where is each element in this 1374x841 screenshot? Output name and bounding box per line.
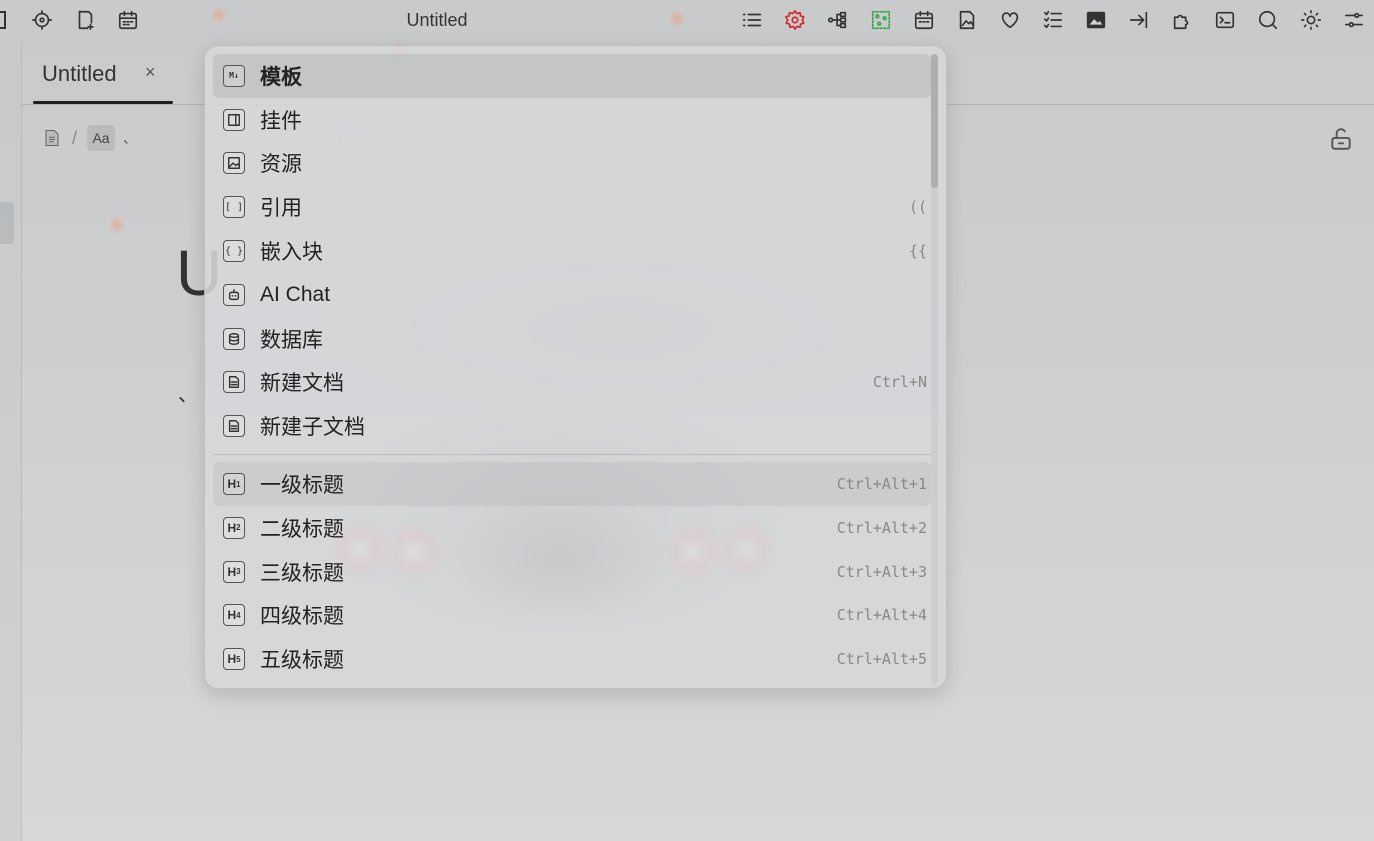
menu-item-widget[interactable]: 挂件 [213,98,931,142]
menu-item-label: 三级标题 [260,561,344,585]
toolbar-left-group [0,0,157,40]
menu-item-heading-3[interactable]: H3 三级标题 Ctrl+Alt+3 [213,550,931,594]
markdown-icon: M↓ [223,64,245,87]
menu-item-label: 五级标题 [260,649,344,673]
tab-untitled[interactable]: Untitled × [33,44,173,104]
lantern [110,214,124,236]
menu-divider [213,454,931,456]
menu-item-shortcut: Ctrl+Alt+5 [836,650,927,669]
menu-item-heading-4[interactable]: H4 四级标题 Ctrl+Alt+4 [213,594,931,638]
menu-item-shortcut: Ctrl+N [872,373,927,392]
heart-icon[interactable] [996,6,1024,34]
menu-item-label: AI Chat [260,282,331,306]
menu-scrollbar-thumb[interactable] [931,54,938,188]
image-icon[interactable] [1082,6,1110,34]
graph-icon[interactable] [867,6,895,34]
list-icon[interactable] [1039,6,1067,34]
sun-icon[interactable] [1297,6,1325,34]
menu-item-reference[interactable]: [ ] 引用 (( [213,185,931,229]
tab-active-indicator [33,101,173,104]
menu-item-database[interactable]: 数据库 [213,317,931,361]
document-icon[interactable] [42,126,62,150]
menu-item-label: 二级标题 [260,517,344,541]
menu-list: M↓ 模板 挂件 资源 [ ] 引用 (( { } 嵌入块 {{ AI Chat [213,54,931,681]
robot-icon [223,283,245,306]
menu-item-heading-1[interactable]: H1 一级标题 Ctrl+Alt+1 [213,462,931,506]
breadcrumb-separator: / [72,127,78,148]
breadcrumb: / Aa 、 [42,124,137,152]
heading-1-icon: H1 [223,473,245,496]
menu-item-embed-block[interactable]: { } 嵌入块 {{ [213,229,931,273]
menu-item-ai-chat[interactable]: AI Chat [213,273,931,317]
login-icon[interactable] [1125,6,1153,34]
block-type-badge[interactable]: Aa [87,125,116,151]
puzzle-icon[interactable] [1168,6,1196,34]
calendar-icon[interactable] [910,6,938,34]
menu-item-label: 数据库 [260,328,323,352]
sliders-icon[interactable] [1340,6,1368,34]
tree-icon[interactable] [824,6,852,34]
menu-item-shortcut: Ctrl+Alt+1 [836,475,927,494]
menu-item-label: 引用 [260,197,302,221]
unlock-icon[interactable] [1328,126,1354,152]
heading-2-icon: H2 [223,516,245,539]
menu-scrollbar[interactable] [931,54,938,684]
heading-5-icon: H5 [223,648,245,671]
calendar-icon[interactable] [114,6,142,34]
image-icon [223,152,245,175]
heading-4-icon: H4 [223,604,245,627]
menu-item-shortcut: {{ [908,242,927,261]
menu-item-label: 资源 [260,153,302,177]
menu-item-asset[interactable]: 资源 [213,142,931,186]
slash-command-menu: M↓ 模板 挂件 资源 [ ] 引用 (( { } 嵌入块 {{ AI Chat [204,45,947,689]
brackets-icon: [ ] [223,196,245,219]
menu-item-shortcut: Ctrl+Alt+4 [836,606,927,625]
menu-item-new-doc[interactable]: 新建文档 Ctrl+N [213,361,931,405]
dock-marker [0,202,14,244]
document-icon [223,415,245,438]
widget-icon [223,108,245,131]
database-icon [223,327,245,350]
left-dock-strip[interactable] [0,42,22,841]
menu-item-heading-2[interactable]: H2 二级标题 Ctrl+Alt+2 [213,506,931,550]
locate-icon[interactable] [28,6,56,34]
menu-item-label: 一级标题 [260,474,344,498]
menu-item-label: 新建子文档 [260,416,365,440]
menu-item-new-subdoc[interactable]: 新建子文档 [213,404,931,448]
outline-icon[interactable] [738,6,766,34]
tab-label: Untitled [42,61,117,86]
image-file-icon[interactable] [953,6,981,34]
menu-item-template[interactable]: M↓ 模板 [213,54,931,98]
menu-item-label: 四级标题 [260,605,344,629]
menu-item-shortcut: Ctrl+Alt+3 [836,562,927,581]
menu-item-shortcut: (( [908,198,927,217]
menu-item-label: 新建文档 [260,372,344,396]
new-doc-icon[interactable] [71,6,99,34]
heading-3-icon: H3 [223,560,245,583]
search-icon[interactable] [1254,6,1282,34]
breadcrumb-trail: 、 [123,130,138,146]
top-toolbar: Untitled [0,0,1374,40]
menu-item-heading-5[interactable]: H5 五级标题 Ctrl+Alt+5 [213,637,931,681]
menu-item-shortcut: Ctrl+Alt+2 [836,518,927,537]
menu-item-label: 嵌入块 [260,241,323,265]
toolbar-right-group [738,0,1368,40]
menu-item-label: 挂件 [260,109,302,133]
settings-gear-icon[interactable] [781,6,809,34]
close-icon[interactable]: × [145,62,156,83]
sidebar-edge-icon[interactable] [0,11,6,29]
document-icon [223,371,245,394]
document-body-text[interactable]: 、 [178,378,198,407]
menu-item-label: 模板 [260,65,302,89]
braces-icon: { } [223,240,245,263]
terminal-icon[interactable] [1211,6,1239,34]
